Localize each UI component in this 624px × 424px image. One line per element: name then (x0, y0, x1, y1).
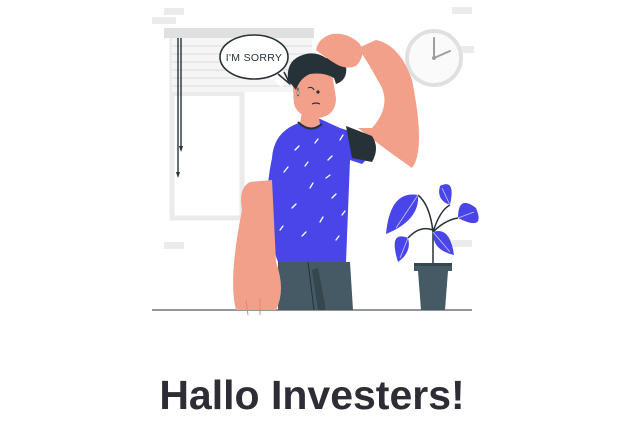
sorry-illustration: I'M SORRY (152, 7, 479, 316)
wall-brick (164, 8, 184, 15)
clock-icon (405, 29, 463, 87)
page-headline: Hallo Investers! (159, 372, 465, 418)
wall-brick (164, 242, 184, 249)
wall-brick (452, 240, 472, 247)
wall-brick (152, 17, 176, 24)
plant (386, 184, 479, 310)
page: I'M SORRY Hallo Investers! (0, 0, 624, 424)
speech-bubble-text: I'M SORRY (226, 52, 282, 64)
wall-brick (452, 7, 472, 14)
